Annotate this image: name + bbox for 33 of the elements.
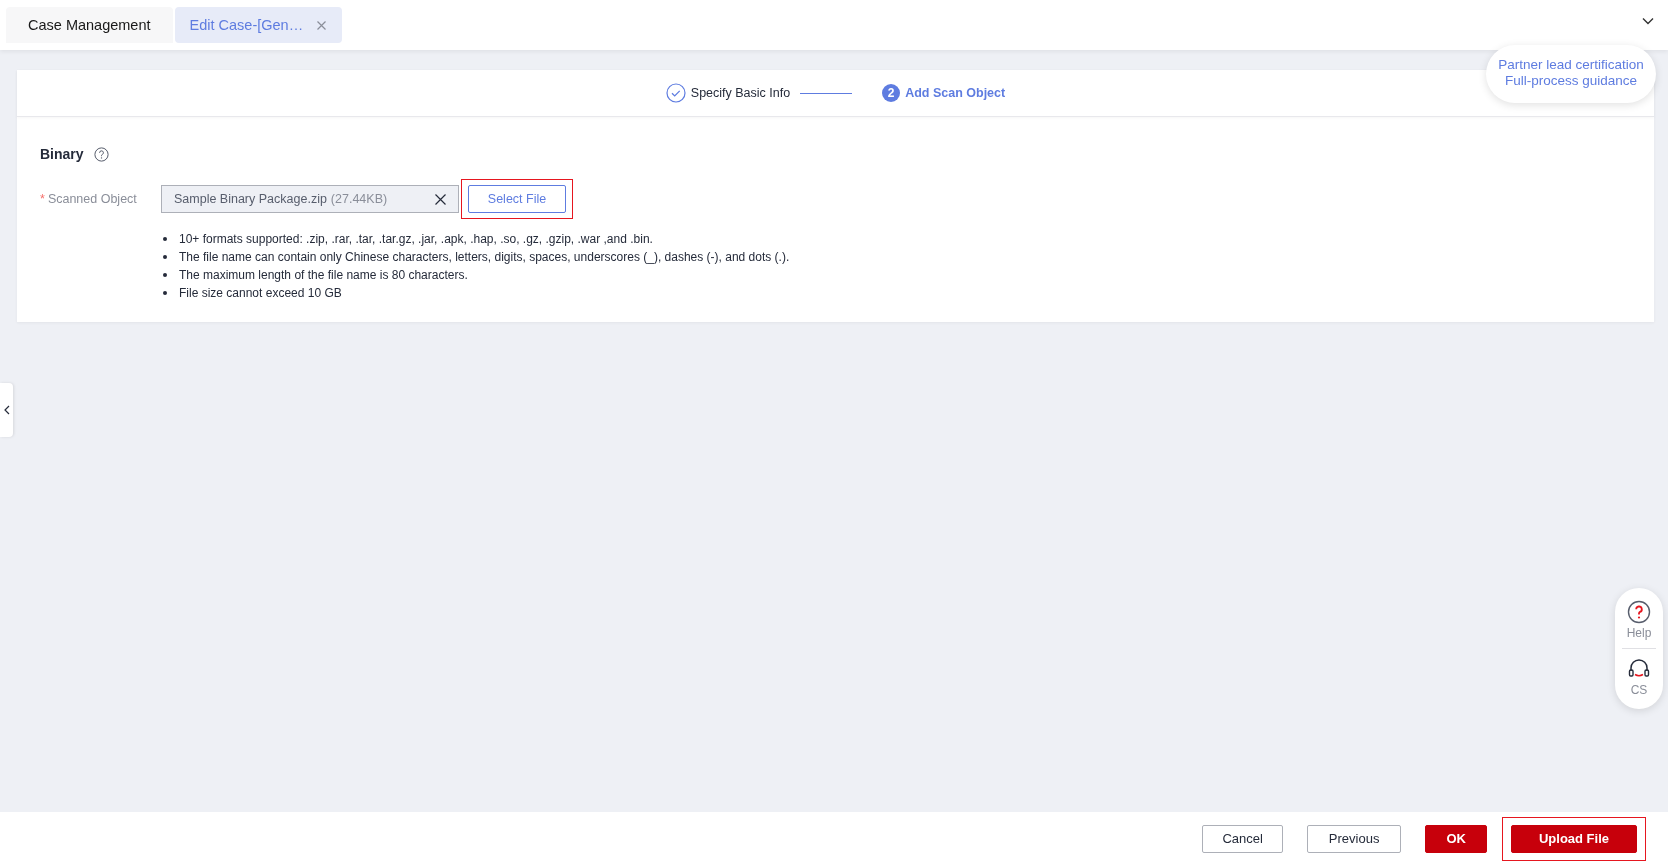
help-icon[interactable] <box>1627 600 1651 624</box>
footer-button[interactable]: Upload File <box>1510 824 1637 853</box>
step-label: Add Scan Object <box>905 86 1006 100</box>
required-mark: * <box>40 192 45 206</box>
footer-button[interactable]: Cancel <box>1202 824 1283 853</box>
clear-icon[interactable] <box>435 193 446 205</box>
tab[interactable]: Edit Case-[Gen… <box>174 7 343 43</box>
note-text: File size cannot exceed 10 GB <box>179 285 342 302</box>
bullet-icon <box>163 291 167 295</box>
help-icon[interactable] <box>93 146 109 162</box>
footer-button[interactable]: OK <box>1425 824 1487 853</box>
chevron-down-icon[interactable] <box>1642 17 1654 25</box>
section-title: Binary <box>40 146 84 162</box>
guidance-link[interactable]: Partner lead certification Full-process guidance <box>1486 45 1656 103</box>
collapse-handle[interactable] <box>0 383 13 437</box>
dock-label[interactable]: Help <box>1626 626 1652 640</box>
note-text: The file name can contain only Chinese characters, letters, digits, spaces, underscores (_), dashes (-), and dots (.). <box>179 249 790 266</box>
step-connector <box>800 92 853 94</box>
step-number: 2 <box>882 84 901 102</box>
tab[interactable]: Case Management <box>6 7 173 43</box>
bullet-icon <box>163 273 167 277</box>
dock-label[interactable]: CS <box>1630 683 1648 697</box>
field-label: Scanned Object <box>47 192 137 206</box>
close-icon[interactable] <box>317 20 327 30</box>
select-file-button[interactable]: Select File <box>468 185 566 213</box>
chevron-left-icon[interactable] <box>3 405 10 415</box>
footer-button[interactable]: Previous <box>1306 824 1402 853</box>
note-text: The maximum length of the file name is 80 characters. <box>179 267 468 284</box>
bullet-icon <box>163 237 167 241</box>
bullet-icon <box>163 255 167 259</box>
step-label: Specify Basic Info <box>690 86 791 100</box>
file-field[interactable]: Sample Binary Package.zip (27.44KB) <box>161 185 459 213</box>
note-text: 10+ formats supported: .zip, .rar, .tar, .tar.gz, .jar, .apk, .hap, .so, .gz, .gzip, .war ,and .bin. <box>179 231 653 248</box>
